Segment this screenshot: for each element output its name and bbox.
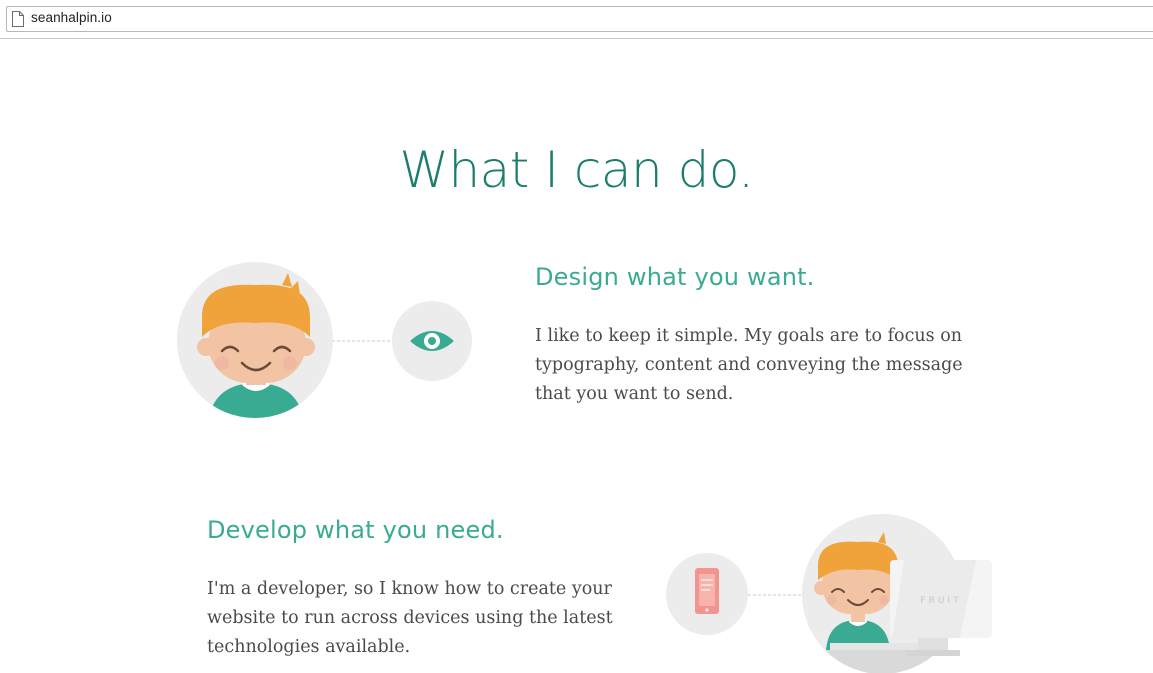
design-section-text: I like to keep it simple. My goals are t… xyxy=(535,322,963,409)
page-icon xyxy=(12,11,24,27)
developer-illustration: FRUIT xyxy=(666,514,992,673)
develop-section-title: Develop what you need. xyxy=(207,516,504,544)
address-bar: seanhalpin.io xyxy=(0,0,1153,39)
develop-text-line: technologies available. xyxy=(207,637,411,657)
develop-section-text: I'm a developer, so I know how to create… xyxy=(207,575,613,662)
design-text-line: typography, content and conveying the me… xyxy=(535,355,963,375)
phone-icon xyxy=(695,568,719,614)
develop-text-line: website to run across devices using the … xyxy=(207,608,613,628)
designer-illustration xyxy=(177,262,472,418)
page-title: What I can do. xyxy=(399,141,754,199)
design-text-line: I like to keep it simple. My goals are t… xyxy=(535,326,963,346)
design-section-title: Design what you want. xyxy=(535,263,815,291)
develop-text-line: I'm a developer, so I know how to create… xyxy=(207,579,612,599)
monitor-label: FRUIT xyxy=(920,596,961,606)
design-text-line: that you want to send. xyxy=(535,384,734,404)
url-text: seanhalpin.io xyxy=(31,10,112,25)
url-field[interactable] xyxy=(6,6,1153,32)
